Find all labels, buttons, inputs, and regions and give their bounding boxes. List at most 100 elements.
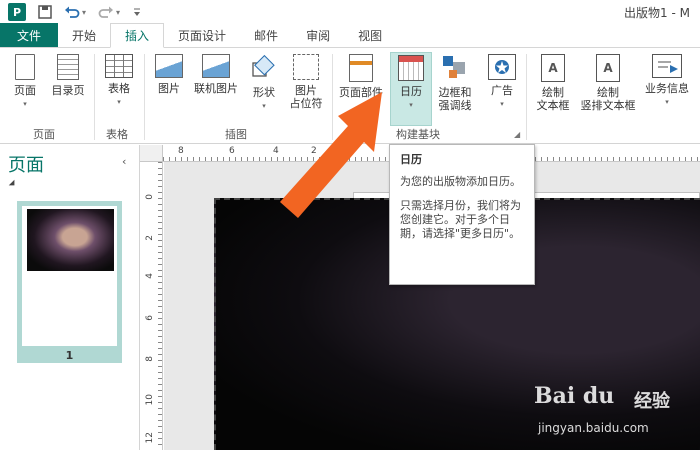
baidu-watermark: Bai du 经验 jingyan.baidu.com	[534, 383, 694, 445]
tooltip-detail: 只需选择月份，我们将为您创建它。对于多个日期，请选择"更多日历"。	[400, 199, 521, 240]
pages-pane: 页面 ‹ 1	[0, 145, 140, 450]
watermark-logo: Bai du	[534, 383, 615, 409]
ruler-number: 10	[145, 394, 155, 406]
ruler-number: 4	[145, 273, 155, 279]
chevron-down-icon: ▾	[117, 98, 121, 106]
undo-icon[interactable]: ▾	[64, 5, 86, 19]
table-label: 表格	[108, 82, 130, 95]
chevron-down-icon: ▾	[262, 102, 266, 110]
group-label-pages: 页面	[33, 128, 55, 141]
chevron-down-icon: ▾	[665, 98, 669, 106]
toc-label: 目录页	[51, 84, 85, 97]
borders-label-1: 边框和	[438, 86, 472, 99]
undo-dropdown-icon[interactable]: ▾	[82, 8, 86, 17]
business-info-label: 业务信息	[645, 82, 689, 95]
calendar-tooltip: 日历 为您的出版物添加日历。 只需选择月份，我们将为您创建它。对于多个日期，请选…	[389, 144, 535, 285]
tab-insert[interactable]: 插入	[110, 23, 165, 48]
business-info-button[interactable]: 业务信息 ▾	[642, 54, 692, 109]
quick-access-toolbar: P ▾ ▾	[0, 0, 142, 24]
chevron-down-icon: ▾	[409, 101, 413, 109]
thumbnail-image	[27, 209, 114, 271]
vtextbox-label-2: 竖排文本框	[580, 99, 636, 112]
calendar-label: 日历	[400, 85, 422, 98]
advertisement-button[interactable]: 广告 ▾	[484, 54, 520, 111]
page-icon	[15, 54, 35, 80]
customize-icon[interactable]	[132, 6, 142, 18]
advertisement-label: 广告	[491, 84, 513, 97]
expand-triangle-icon[interactable]	[8, 179, 18, 189]
picture-icon	[155, 54, 183, 78]
ruler-number: 2	[145, 235, 155, 241]
borders-label-2: 强调线	[438, 99, 472, 112]
tooltip-title: 日历	[400, 153, 422, 166]
vertical-ruler: 0 2 4 6 8 10 12	[140, 162, 163, 450]
pages-pane-title: 页面	[8, 155, 44, 176]
ruler-number: 0	[145, 194, 155, 200]
group-label-tables: 表格	[106, 128, 128, 141]
draw-textbox-button[interactable]: A 绘制 文本框	[532, 54, 574, 112]
group-label-building-blocks: 构建基块	[396, 128, 440, 141]
ruler-corner	[140, 145, 163, 162]
toc-button[interactable]: 目录页	[48, 54, 88, 97]
online-picture-label: 联机图片	[194, 82, 238, 95]
online-picture-icon	[202, 54, 230, 78]
tab-view[interactable]: 视图	[344, 23, 396, 47]
vtextbox-label-1: 绘制	[597, 86, 619, 99]
redo-dropdown-icon[interactable]: ▾	[116, 8, 120, 17]
redo-icon[interactable]: ▾	[98, 5, 120, 19]
table-button[interactable]: 表格 ▾	[100, 54, 138, 109]
tab-file[interactable]: 文件	[0, 23, 58, 47]
pointer-arrow-icon	[276, 90, 386, 233]
online-picture-button[interactable]: 联机图片	[190, 54, 242, 95]
watermark-url: jingyan.baidu.com	[538, 421, 649, 435]
ruler-number: 12	[145, 432, 155, 444]
calendar-button[interactable]: 日历 ▾	[390, 52, 432, 126]
page-number: 1	[65, 349, 74, 362]
tooltip-description: 为您的出版物添加日历。	[400, 175, 521, 188]
collapse-pane-icon[interactable]: ‹	[122, 155, 126, 168]
borders-accents-button[interactable]: 边框和 强调线	[432, 54, 478, 112]
group-divider	[94, 54, 95, 140]
group-divider	[144, 54, 145, 140]
ruler-number: 6	[145, 315, 155, 321]
ruler-number: 8	[145, 356, 155, 362]
ruler-number: 8	[178, 146, 184, 156]
picture-button[interactable]: 图片	[152, 54, 186, 95]
title-bar: P ▾ ▾ 出版物1 - M	[0, 0, 700, 24]
ruler-number: 6	[229, 146, 235, 156]
vertical-textbox-icon: A	[596, 54, 620, 82]
table-icon	[105, 54, 133, 78]
calendar-icon	[398, 55, 424, 81]
page-thumbnail[interactable]: 1	[17, 201, 122, 363]
shapes-label: 形状	[253, 86, 275, 99]
watermark-text: 经验	[634, 391, 670, 412]
document-title: 出版物1 - M	[624, 6, 690, 20]
shapes-icon	[250, 54, 278, 82]
business-info-icon	[652, 54, 682, 78]
placeholder-icon	[293, 54, 319, 80]
textbox-label-1: 绘制	[542, 86, 564, 99]
advertisement-icon	[488, 54, 516, 80]
group-label-illustrations: 插图	[225, 128, 247, 141]
tab-review[interactable]: 审阅	[292, 23, 344, 47]
save-icon[interactable]	[38, 5, 52, 19]
thumbnail-page	[22, 206, 117, 346]
chevron-down-icon: ▾	[23, 100, 27, 108]
page-parts-icon	[349, 54, 373, 82]
page-button[interactable]: 页面 ▾	[8, 54, 42, 111]
ribbon-tabs: 文件 开始 插入 页面设计 邮件 审阅 视图	[0, 23, 700, 48]
textbox-icon: A	[541, 54, 565, 82]
tab-home[interactable]: 开始	[58, 23, 110, 47]
page-label: 页面	[14, 84, 36, 97]
picture-label: 图片	[158, 82, 180, 95]
toc-icon	[57, 54, 79, 80]
group-divider	[526, 54, 527, 140]
textbox-label-2: 文本框	[536, 99, 570, 112]
tab-mailings[interactable]: 邮件	[240, 23, 292, 47]
publisher-logo: P	[8, 3, 26, 21]
dialog-launcher-icon[interactable]: ◢	[514, 130, 520, 139]
tab-page-design[interactable]: 页面设计	[164, 23, 240, 47]
borders-icon	[441, 54, 469, 82]
chevron-down-icon: ▾	[500, 100, 504, 108]
draw-vertical-textbox-button[interactable]: A 绘制 竖排文本框	[578, 54, 638, 112]
